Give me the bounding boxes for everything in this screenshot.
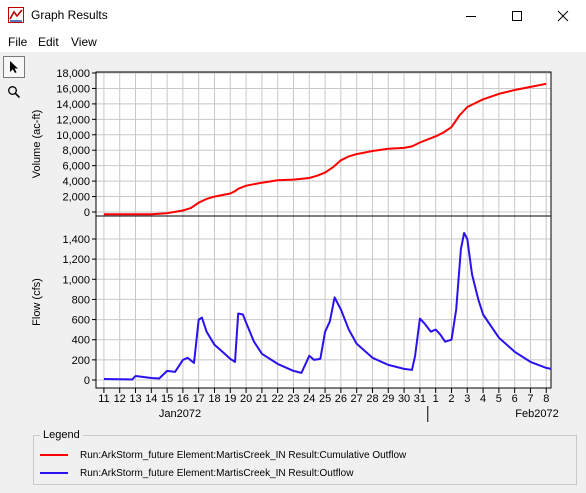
x-tick-label: 12 — [114, 393, 126, 405]
flow-y-tick-label: 1,200 — [62, 254, 90, 266]
x-tick-label: 16 — [177, 393, 189, 405]
x-tick-label: 29 — [382, 393, 394, 405]
legend-item-cumulative-outflow: Run:ArkStorm_future Element:MartisCreek_… — [40, 448, 406, 462]
close-button[interactable] — [540, 0, 586, 31]
pointer-tool-button[interactable] — [3, 56, 25, 78]
volume-y-tick-label: 2,000 — [62, 192, 90, 204]
menu-bar: File Edit View — [0, 31, 586, 52]
x-tick-label: 14 — [145, 393, 157, 405]
graph-area[interactable]: 0 2,000 4,000 6,000 8,000 10,000 12,000 14,000 1… — [0, 52, 586, 430]
volume-y-tick-label: 4,000 — [62, 176, 90, 188]
x-tick-label: 7 — [527, 393, 533, 405]
flow-y-tick-label: 0 — [84, 375, 90, 387]
minimize-button[interactable] — [448, 0, 494, 31]
x-group-label-jan: Jan2072 — [159, 408, 201, 420]
x-tick-label: 4 — [480, 393, 486, 405]
volume-y-tick-label: 14,000 — [56, 99, 90, 111]
x-tick-label: 8 — [543, 393, 549, 405]
maximize-button[interactable] — [494, 0, 540, 31]
x-tick-label: 24 — [303, 393, 315, 405]
x-tick-label: 23 — [287, 393, 299, 405]
flow-y-tick-label: 200 — [72, 355, 90, 367]
app-graph-icon — [8, 7, 24, 23]
volume-y-tick-label: 8,000 — [62, 145, 90, 157]
x-tick-label: 15 — [161, 393, 173, 405]
volume-y-axis-label: Volume (ac-ft) — [31, 110, 43, 178]
x-tick-label: 21 — [256, 393, 268, 405]
legend-swatch-blue — [40, 472, 68, 474]
menu-file[interactable]: File — [8, 35, 27, 49]
title-bar: Graph Results — [0, 0, 586, 31]
x-tick-label: 31 — [414, 393, 426, 405]
zoom-tool-button[interactable] — [3, 81, 25, 103]
x-tick-label: 22 — [272, 393, 284, 405]
flow-y-tick-label: 1,000 — [62, 274, 90, 286]
x-group-label-feb: Feb2072 — [515, 408, 558, 420]
x-tick-label: 17 — [193, 393, 205, 405]
pointer-arrow-icon — [10, 61, 18, 73]
flow-y-tick-label: 800 — [72, 294, 90, 306]
volume-y-tick-label: 10,000 — [56, 130, 90, 142]
volume-y-tick-label: 16,000 — [56, 83, 90, 95]
x-tick-label: 28 — [366, 393, 378, 405]
x-tick-label: 26 — [335, 393, 347, 405]
x-tick-label: 1 — [433, 393, 439, 405]
x-tick-label: 19 — [224, 393, 236, 405]
flow-y-axis-label: Flow (cfs) — [31, 278, 43, 326]
flow-y-tick-label: 400 — [72, 335, 90, 347]
tool-palette — [0, 52, 30, 182]
x-tick-label: 5 — [496, 393, 502, 405]
menu-edit[interactable]: Edit — [38, 35, 59, 49]
volume-y-tick-label: 6,000 — [62, 161, 90, 173]
volume-y-tick-label: 18,000 — [56, 68, 90, 80]
close-icon — [557, 10, 569, 21]
magnifier-icon — [8, 86, 21, 99]
x-tick-label: 2 — [448, 393, 454, 405]
flow-y-tick-label: 1,400 — [62, 234, 90, 246]
x-tick-label: 27 — [351, 393, 363, 405]
x-tick-label: 13 — [129, 393, 141, 405]
x-tick-label: 25 — [319, 393, 331, 405]
volume-y-tick-label: 0 — [84, 207, 90, 219]
x-tick-label: 6 — [512, 393, 518, 405]
maximize-icon — [512, 10, 522, 21]
x-tick-label: 3 — [464, 393, 470, 405]
legend-title: Legend — [40, 429, 83, 441]
volume-y-tick-label: 12,000 — [56, 114, 90, 126]
legend-swatch-red — [40, 454, 68, 456]
legend-item-outflow: Run:ArkStorm_future Element:MartisCreek_… — [40, 466, 353, 480]
menu-view[interactable]: View — [71, 35, 97, 49]
x-tick-label: 18 — [208, 393, 220, 405]
flow-y-tick-label: 600 — [72, 315, 90, 327]
x-tick-label: 20 — [240, 393, 252, 405]
window-title: Graph Results — [31, 8, 108, 22]
legend-label: Run:ArkStorm_future Element:MartisCreek_… — [80, 467, 354, 479]
x-tick-label: 30 — [398, 393, 410, 405]
minimize-icon — [466, 15, 476, 17]
x-tick-label: 11 — [98, 393, 109, 405]
legend-label: Run:ArkStorm_future Element:MartisCreek_… — [80, 449, 407, 461]
